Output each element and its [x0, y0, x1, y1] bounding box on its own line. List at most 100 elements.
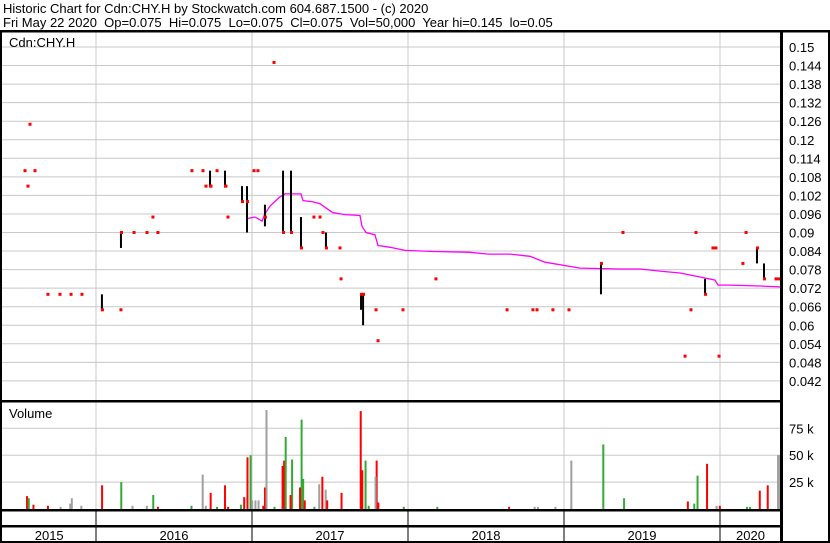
close-marker — [241, 200, 245, 204]
price-point — [339, 277, 343, 281]
price-point — [252, 169, 256, 173]
volume-bar — [80, 505, 83, 509]
close-marker — [704, 292, 708, 296]
price-point — [26, 184, 30, 188]
volume-bar — [227, 506, 230, 509]
price-point — [774, 277, 778, 281]
price-tick-label: 0.126 — [789, 114, 822, 129]
volume-bar — [239, 504, 242, 509]
price-point — [156, 231, 160, 234]
price-point — [374, 308, 378, 312]
price-tick-label: 0.042 — [789, 374, 822, 389]
price-point — [741, 261, 745, 265]
price-point — [338, 246, 342, 250]
volume-bar — [536, 506, 539, 509]
close-marker — [755, 246, 759, 250]
price-tick-label: 0.048 — [789, 355, 822, 370]
price-range-bar — [755, 247, 758, 264]
price-point — [318, 215, 322, 219]
year-label: 2020 — [736, 528, 765, 543]
price-point — [204, 184, 208, 188]
volume-bar — [436, 506, 439, 509]
close-marker — [290, 231, 293, 234]
price-point — [224, 184, 228, 188]
volume-bar — [224, 485, 227, 509]
price-point — [58, 292, 62, 296]
price-range-bar — [224, 170, 227, 187]
volume-bar — [318, 484, 321, 509]
price-tick-label: 0.144 — [789, 59, 822, 74]
close-marker — [762, 277, 766, 281]
price-tick-label: 0.114 — [789, 151, 821, 166]
volume-bar — [101, 485, 104, 509]
volume-bar — [367, 505, 370, 509]
volume-bar — [570, 460, 573, 509]
price-point — [256, 169, 260, 173]
volume-bar — [321, 476, 324, 509]
volume-bar — [303, 500, 306, 509]
volume-bar — [26, 496, 29, 509]
price-tick-label: 0.054 — [789, 337, 822, 352]
volume-bar — [693, 503, 696, 509]
price-range-bar — [299, 217, 302, 248]
volume-bar — [254, 500, 257, 509]
price-point — [714, 246, 718, 250]
volume-bar — [209, 492, 212, 509]
volume-bar — [402, 506, 405, 509]
volume-bar — [120, 482, 123, 509]
volume-bar — [749, 506, 752, 509]
volume-bar — [152, 495, 155, 509]
price-range-bar — [762, 263, 765, 279]
volume-bottom-border — [0, 509, 782, 512]
close-marker — [324, 246, 328, 250]
volume-bar — [718, 505, 721, 509]
price-range-bar — [362, 294, 365, 326]
close-marker — [246, 200, 250, 204]
price-tick-label: 0.096 — [789, 207, 822, 222]
price-range-bar — [263, 204, 266, 227]
price-point — [190, 169, 194, 173]
price-point — [531, 308, 535, 312]
price-point — [145, 231, 149, 234]
volume-bar — [554, 506, 557, 509]
price-tick-label: 0.138 — [789, 77, 822, 92]
price-point — [46, 292, 50, 296]
price-point — [69, 292, 73, 296]
price-range-bar — [119, 232, 122, 248]
close-marker — [599, 261, 603, 265]
price-point — [689, 308, 693, 312]
price-range-bar — [209, 170, 212, 187]
price-point — [717, 354, 721, 358]
volume-bar — [70, 498, 73, 509]
price-tick-label: 0.084 — [789, 244, 822, 259]
price-point — [312, 215, 316, 219]
price-point — [551, 308, 555, 312]
volume-bar — [216, 506, 219, 509]
volume-bar — [32, 504, 35, 509]
price-point — [215, 169, 219, 173]
volume-bar — [686, 501, 689, 509]
price-tick-label: 0.15 — [789, 40, 814, 55]
price-point — [376, 339, 380, 343]
price-point — [434, 277, 438, 281]
volume-bar — [374, 476, 377, 509]
volume-bar — [777, 455, 780, 509]
moving-average-line — [246, 193, 781, 288]
price-range-bar — [100, 294, 103, 310]
price-range-bar — [324, 232, 327, 248]
close-marker — [362, 292, 366, 296]
axis-divider — [0, 525, 782, 528]
volume-bar — [284, 436, 287, 509]
price-point — [201, 169, 205, 173]
price-tick-label: 0.06 — [789, 318, 814, 333]
year-label: 2016 — [160, 528, 189, 543]
price-point — [535, 308, 539, 312]
top-border — [0, 30, 830, 33]
price-pane-title: Cdn:CHY.H — [9, 35, 75, 50]
volume-tick-label: 75 k — [789, 421, 814, 436]
volume-bar — [46, 505, 49, 509]
price-point — [226, 215, 230, 219]
close-marker — [119, 231, 123, 234]
price-range-bar — [246, 186, 249, 233]
price-point — [132, 231, 136, 234]
